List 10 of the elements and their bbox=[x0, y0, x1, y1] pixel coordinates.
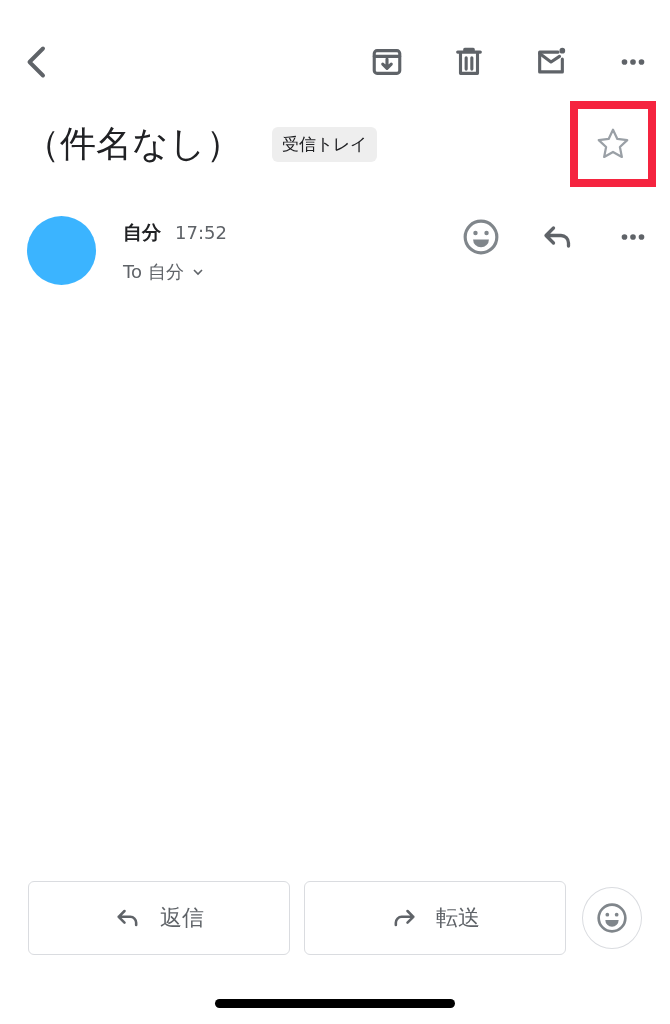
sender-name: 自分 bbox=[123, 220, 161, 245]
sent-time: 17:52 bbox=[175, 222, 227, 243]
reply-button[interactable]: 返信 bbox=[28, 881, 290, 955]
smiley-icon[interactable] bbox=[462, 218, 500, 256]
recipient-text: To 自分 bbox=[123, 260, 184, 284]
forward-button[interactable]: 転送 bbox=[304, 881, 566, 955]
smiley-icon bbox=[596, 902, 628, 934]
inbox-label: 受信トレイ bbox=[272, 126, 377, 162]
subject-title: （件名なし） bbox=[24, 121, 242, 166]
chevron-down-icon[interactable] bbox=[191, 268, 204, 276]
